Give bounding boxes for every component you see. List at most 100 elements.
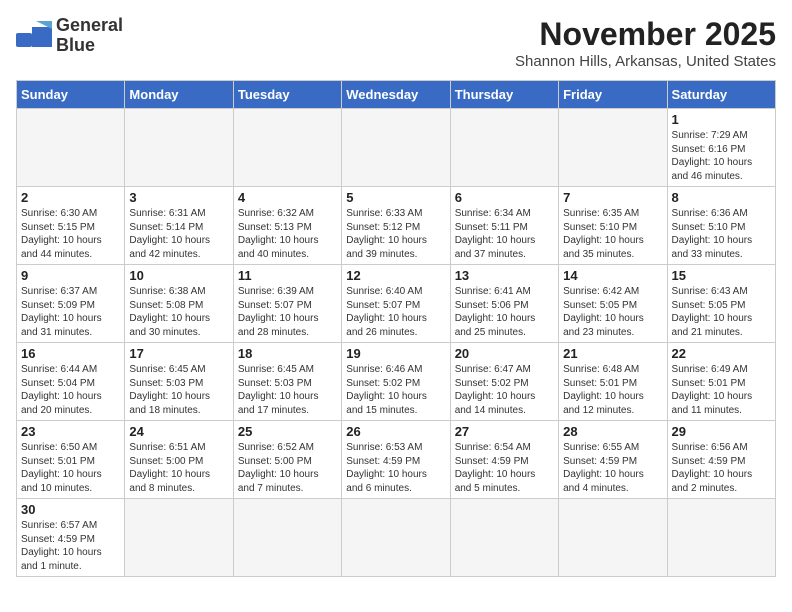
calendar-day: 26Sunrise: 6:53 AM Sunset: 4:59 PM Dayli… [342,421,450,499]
calendar-week-2: 2 Sunrise: 6:30 AM Sunset: 5:15 PM Daylig… [17,187,776,265]
day-info: Sunrise: 6:40 AM Sunset: 5:07 PM Dayligh… [346,285,445,339]
col-sunday: Sunday [17,81,125,109]
day-info: Sunrise: 6:45 AM Sunset: 5:03 PM Dayligh… [129,363,228,417]
calendar-header: Sunday Monday Tuesday Wednesday Thursday… [17,81,776,109]
day-number: 30 [21,502,120,517]
calendar-day: 8 Sunrise: 6:36 AM Sunset: 5:10 PM Daylig… [667,187,775,265]
day-info: Sunrise: 6:33 AM Sunset: 5:12 PM Dayligh… [346,207,445,261]
calendar-week-1: 1 Sunrise: 7:29 AM Sunset: 6:16 PM Daylig… [17,109,776,187]
day-info: Sunrise: 6:37 AM Sunset: 5:09 PM Dayligh… [21,285,120,339]
col-monday: Monday [125,81,233,109]
calendar-day: 4 Sunrise: 6:32 AM Sunset: 5:13 PM Daylig… [233,187,341,265]
day-info: Sunrise: 6:55 AM Sunset: 4:59 PM Dayligh… [563,441,662,495]
calendar-day: 5Sunrise: 6:33 AM Sunset: 5:12 PM Daylig… [342,187,450,265]
calendar-day [125,109,233,187]
calendar-day: 27 Sunrise: 6:54 AM Sunset: 4:59 PM Dayli… [450,421,558,499]
day-info: Sunrise: 6:50 AM Sunset: 5:01 PM Dayligh… [21,441,120,495]
day-number: 2 [21,190,120,205]
day-info: Sunrise: 6:57 AM Sunset: 4:59 PM Dayligh… [21,519,120,573]
day-info: Sunrise: 6:43 AM Sunset: 5:05 PM Dayligh… [672,285,771,339]
calendar-day [559,499,667,577]
calendar-week-5: 23 Sunrise: 6:50 AM Sunset: 5:01 PM Dayli… [17,421,776,499]
calendar-day: 29 Sunrise: 6:56 AM Sunset: 4:59 PM Dayli… [667,421,775,499]
day-number: 28 [563,424,662,439]
day-number: 10 [129,268,228,283]
day-info: Sunrise: 6:51 AM Sunset: 5:00 PM Dayligh… [129,441,228,495]
location-title: Shannon Hills, Arkansas, United States [515,53,776,70]
calendar-day [450,109,558,187]
calendar-body: 1 Sunrise: 7:29 AM Sunset: 6:16 PM Daylig… [17,109,776,577]
calendar-day [233,109,341,187]
day-info: Sunrise: 6:52 AM Sunset: 5:00 PM Dayligh… [238,441,337,495]
day-info: Sunrise: 7:29 AM Sunset: 6:16 PM Dayligh… [672,129,771,183]
calendar-day [233,499,341,577]
calendar-day [450,499,558,577]
day-number: 29 [672,424,771,439]
day-info: Sunrise: 6:32 AM Sunset: 5:13 PM Dayligh… [238,207,337,261]
day-number: 20 [455,346,554,361]
day-number: 21 [563,346,662,361]
logo-icon [16,21,52,51]
day-number: 8 [672,190,771,205]
calendar-day [342,499,450,577]
month-title: November 2025 [515,16,776,53]
logo-line1: General [56,15,123,35]
calendar-week-4: 16Sunrise: 6:44 AM Sunset: 5:04 PM Dayli… [17,343,776,421]
calendar-week-6: 30 Sunrise: 6:57 AM Sunset: 4:59 PM Dayli… [17,499,776,577]
day-info: Sunrise: 6:30 AM Sunset: 5:15 PM Dayligh… [21,207,120,261]
calendar-day: 30 Sunrise: 6:57 AM Sunset: 4:59 PM Dayli… [17,499,125,577]
day-info: Sunrise: 6:46 AM Sunset: 5:02 PM Dayligh… [346,363,445,417]
day-info: Sunrise: 6:53 AM Sunset: 4:59 PM Dayligh… [346,441,445,495]
calendar-day [125,499,233,577]
calendar-day: 2 Sunrise: 6:30 AM Sunset: 5:15 PM Daylig… [17,187,125,265]
calendar-day: 22Sunrise: 6:49 AM Sunset: 5:01 PM Dayli… [667,343,775,421]
day-number: 4 [238,190,337,205]
col-saturday: Saturday [667,81,775,109]
calendar-day: 13Sunrise: 6:41 AM Sunset: 5:06 PM Dayli… [450,265,558,343]
day-number: 23 [21,424,120,439]
calendar-day: 9 Sunrise: 6:37 AM Sunset: 5:09 PM Daylig… [17,265,125,343]
header-row: Sunday Monday Tuesday Wednesday Thursday… [17,81,776,109]
day-number: 11 [238,268,337,283]
calendar-day: 1 Sunrise: 7:29 AM Sunset: 6:16 PM Daylig… [667,109,775,187]
day-number: 1 [672,112,771,127]
calendar-day: 10 Sunrise: 6:38 AM Sunset: 5:08 PM Dayli… [125,265,233,343]
calendar-day: 6Sunrise: 6:34 AM Sunset: 5:11 PM Daylig… [450,187,558,265]
day-info: Sunrise: 6:39 AM Sunset: 5:07 PM Dayligh… [238,285,337,339]
day-number: 13 [455,268,554,283]
day-number: 25 [238,424,337,439]
title-area: November 2025 Shannon Hills, Arkansas, U… [515,16,776,70]
calendar-day: 3Sunrise: 6:31 AM Sunset: 5:14 PM Daylig… [125,187,233,265]
day-info: Sunrise: 6:56 AM Sunset: 4:59 PM Dayligh… [672,441,771,495]
day-info: Sunrise: 6:54 AM Sunset: 4:59 PM Dayligh… [455,441,554,495]
day-info: Sunrise: 6:45 AM Sunset: 5:03 PM Dayligh… [238,363,337,417]
calendar-week-3: 9 Sunrise: 6:37 AM Sunset: 5:09 PM Daylig… [17,265,776,343]
logo-line2: Blue [56,35,95,55]
calendar-day: 21 Sunrise: 6:48 AM Sunset: 5:01 PM Dayli… [559,343,667,421]
day-number: 7 [563,190,662,205]
calendar-day: 23 Sunrise: 6:50 AM Sunset: 5:01 PM Dayli… [17,421,125,499]
calendar-day [17,109,125,187]
day-number: 22 [672,346,771,361]
calendar-day: 7Sunrise: 6:35 AM Sunset: 5:10 PM Daylig… [559,187,667,265]
logo-text: General Blue [56,16,123,56]
day-number: 27 [455,424,554,439]
calendar-day: 12Sunrise: 6:40 AM Sunset: 5:07 PM Dayli… [342,265,450,343]
calendar-day: 25 Sunrise: 6:52 AM Sunset: 5:00 PM Dayli… [233,421,341,499]
calendar-day: 20Sunrise: 6:47 AM Sunset: 5:02 PM Dayli… [450,343,558,421]
calendar-day [342,109,450,187]
day-number: 19 [346,346,445,361]
day-number: 24 [129,424,228,439]
calendar-day: 16Sunrise: 6:44 AM Sunset: 5:04 PM Dayli… [17,343,125,421]
calendar-day: 18Sunrise: 6:45 AM Sunset: 5:03 PM Dayli… [233,343,341,421]
day-number: 16 [21,346,120,361]
col-wednesday: Wednesday [342,81,450,109]
logo: General Blue [16,16,123,56]
calendar-day [559,109,667,187]
day-info: Sunrise: 6:36 AM Sunset: 5:10 PM Dayligh… [672,207,771,261]
day-info: Sunrise: 6:31 AM Sunset: 5:14 PM Dayligh… [129,207,228,261]
day-info: Sunrise: 6:48 AM Sunset: 5:01 PM Dayligh… [563,363,662,417]
calendar-day: 15Sunrise: 6:43 AM Sunset: 5:05 PM Dayli… [667,265,775,343]
day-number: 9 [21,268,120,283]
day-info: Sunrise: 6:38 AM Sunset: 5:08 PM Dayligh… [129,285,228,339]
